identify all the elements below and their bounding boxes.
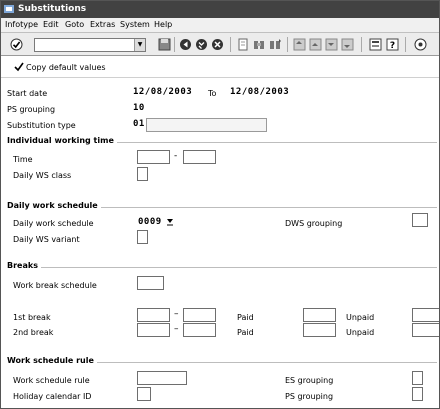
holiday-calendar-id-input[interactable] bbox=[137, 387, 151, 401]
toolbar-separator bbox=[361, 37, 362, 52]
menu-goto[interactable]: Goto bbox=[65, 20, 84, 29]
menu-bar: Infotype Edit Goto Extras System Help bbox=[1, 18, 439, 33]
time-to-input[interactable] bbox=[183, 150, 216, 164]
holiday-calendar-id-label: Holiday calendar ID bbox=[13, 392, 92, 401]
second-break-from-input[interactable] bbox=[137, 323, 170, 337]
first-break-unpaid-label: Unpaid bbox=[346, 313, 375, 322]
section-title-work-schedule-rule: Work schedule rule bbox=[7, 356, 97, 365]
find-next-icon[interactable] bbox=[269, 38, 282, 51]
command-field[interactable]: ▼ bbox=[34, 38, 146, 52]
ps-grouping-value: 10 bbox=[133, 103, 145, 113]
work-schedule-rule-label: Work schedule rule bbox=[13, 376, 90, 385]
daily-ws-variant-label: Daily WS variant bbox=[13, 235, 80, 244]
es-grouping-label: ES grouping bbox=[285, 376, 334, 385]
work-break-schedule-label: Work break schedule bbox=[13, 281, 97, 290]
next-page-icon[interactable] bbox=[325, 38, 338, 51]
section-title-daily-work-schedule: Daily work schedule bbox=[7, 201, 101, 210]
second-break-to-input[interactable] bbox=[183, 323, 216, 337]
ps-grouping-label: PS grouping bbox=[7, 105, 56, 114]
second-break-dash: – bbox=[174, 324, 179, 334]
back-icon[interactable] bbox=[179, 38, 192, 51]
first-break-paid-label: Paid bbox=[237, 313, 254, 322]
toolbar-separator bbox=[405, 37, 406, 52]
enter-icon[interactable] bbox=[10, 38, 23, 51]
svg-text:?: ? bbox=[390, 41, 395, 51]
menu-help[interactable]: Help bbox=[154, 20, 172, 29]
ps-grouping-wsr-label: PS grouping bbox=[285, 392, 334, 401]
dws-grouping-input[interactable] bbox=[412, 213, 428, 227]
sap-window: Substitutions Infotype Edit Goto Extras … bbox=[0, 0, 440, 409]
cancel-icon[interactable] bbox=[211, 38, 224, 51]
customize-icon[interactable] bbox=[414, 38, 427, 51]
section-title-breaks: Breaks bbox=[7, 261, 41, 270]
checkmark-icon bbox=[14, 62, 24, 72]
time-from-input[interactable] bbox=[137, 150, 170, 164]
dws-grouping-label: DWS grouping bbox=[285, 219, 343, 228]
application-toolbar: Copy default values bbox=[1, 57, 439, 78]
work-schedule-rule-input[interactable] bbox=[137, 371, 187, 385]
time-dash: - bbox=[174, 151, 178, 161]
possible-entries-icon[interactable] bbox=[166, 217, 174, 226]
find-icon[interactable] bbox=[253, 38, 266, 51]
title-bar: Substitutions bbox=[1, 1, 439, 18]
previous-page-icon[interactable] bbox=[309, 38, 322, 51]
menu-infotype[interactable]: Infotype bbox=[5, 20, 38, 29]
save-icon[interactable] bbox=[158, 38, 171, 51]
toolbar-separator bbox=[230, 37, 231, 52]
toolbar-separator bbox=[287, 37, 288, 52]
second-break-unpaid-input[interactable] bbox=[412, 323, 439, 337]
section-title-individual-working-time: Individual working time bbox=[7, 136, 117, 145]
menu-extras[interactable]: Extras bbox=[90, 20, 115, 29]
daily-work-schedule-label: Daily work schedule bbox=[13, 219, 94, 228]
first-break-paid-input[interactable] bbox=[303, 308, 336, 322]
daily-ws-variant-input[interactable] bbox=[137, 230, 148, 244]
start-date-field[interactable]: 12/08/2003 bbox=[133, 87, 192, 97]
standard-toolbar: ▼ ? bbox=[1, 33, 439, 56]
second-break-paid-label: Paid bbox=[237, 328, 254, 337]
second-break-paid-input[interactable] bbox=[303, 323, 336, 337]
help-icon[interactable]: ? bbox=[386, 38, 399, 51]
first-page-icon[interactable] bbox=[293, 38, 306, 51]
second-break-unpaid-label: Unpaid bbox=[346, 328, 375, 337]
first-break-label: 1st break bbox=[13, 313, 51, 322]
layout-menu-icon[interactable] bbox=[369, 38, 382, 51]
daily-ws-class-input[interactable] bbox=[137, 167, 148, 181]
first-break-from-input[interactable] bbox=[137, 308, 170, 322]
exit-icon[interactable] bbox=[195, 38, 208, 51]
es-grouping-input[interactable] bbox=[412, 371, 423, 385]
menu-edit[interactable]: Edit bbox=[43, 20, 59, 29]
to-date-label: To bbox=[208, 89, 217, 98]
section-divider bbox=[7, 267, 437, 268]
menu-system[interactable]: System bbox=[120, 20, 150, 29]
daily-work-schedule-field[interactable]: 0009 bbox=[138, 217, 162, 227]
time-label: Time bbox=[13, 155, 33, 164]
copy-default-values-label: Copy default values bbox=[26, 63, 106, 72]
second-break-label: 2nd break bbox=[13, 328, 54, 337]
window-title: Substitutions bbox=[18, 4, 87, 14]
daily-ws-class-label: Daily WS class bbox=[13, 171, 72, 180]
ps-grouping-wsr-input[interactable] bbox=[412, 387, 423, 401]
first-break-to-input[interactable] bbox=[183, 308, 216, 322]
toolbar-separator bbox=[174, 37, 175, 52]
end-date-field[interactable]: 12/08/2003 bbox=[230, 87, 289, 97]
first-break-dash: – bbox=[174, 309, 179, 319]
work-break-schedule-input[interactable] bbox=[137, 276, 164, 290]
last-page-icon[interactable] bbox=[341, 38, 354, 51]
sap-logo-icon bbox=[4, 5, 14, 13]
command-dropdown-icon[interactable]: ▼ bbox=[134, 39, 145, 51]
print-icon[interactable] bbox=[237, 38, 250, 51]
start-date-label: Start date bbox=[7, 89, 48, 98]
substitution-type-field[interactable]: 01 bbox=[133, 119, 145, 129]
first-break-unpaid-input[interactable] bbox=[412, 308, 439, 322]
substitution-type-text bbox=[146, 118, 267, 132]
substitution-type-label: Substitution type bbox=[7, 121, 76, 130]
